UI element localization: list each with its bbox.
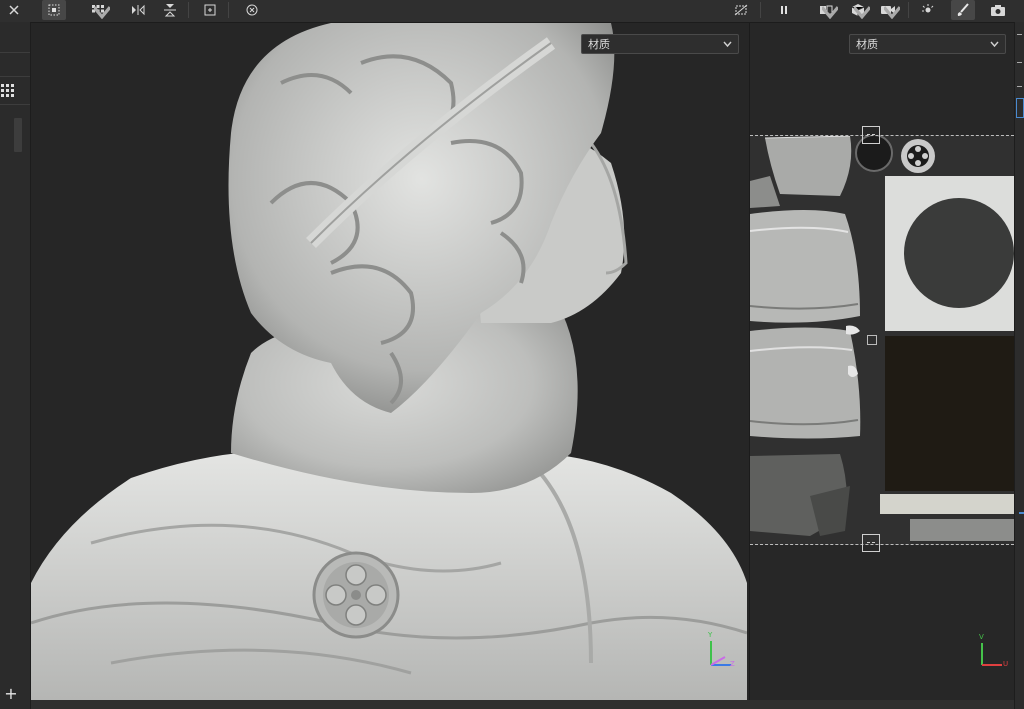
- viewport-2d-uv[interactable]: 材质 V U: [749, 23, 1014, 700]
- axis-label-v: V: [979, 633, 984, 641]
- material-select-3d[interactable]: 材质: [581, 34, 739, 54]
- toolbar-separator: [760, 2, 761, 18]
- light-icon[interactable]: [916, 0, 940, 20]
- grid-select-icon[interactable]: [42, 0, 66, 20]
- uv-islands: [750, 134, 1014, 541]
- close-icon[interactable]: [2, 0, 26, 20]
- bust-render: [31, 23, 747, 700]
- toolbar-separator: [908, 2, 909, 18]
- left-scrollbar[interactable]: [14, 118, 22, 152]
- right-tool-active[interactable]: [1016, 98, 1024, 118]
- screenshot-icon[interactable]: [986, 0, 1010, 20]
- cube-icon[interactable]: [846, 0, 870, 20]
- uv-top-handle[interactable]: [862, 126, 880, 144]
- pause-icon[interactable]: [772, 0, 796, 20]
- uv-bottom-handle[interactable]: [862, 534, 880, 552]
- axis-gizmo-uv: V U: [974, 633, 1010, 671]
- left-panel-strip: +: [0, 22, 31, 709]
- camera-record-icon[interactable]: [876, 0, 900, 20]
- frame-icon[interactable]: [198, 0, 222, 20]
- axis-label-y: Y: [708, 631, 713, 639]
- right-panel-strip: [1014, 22, 1024, 709]
- history-icon[interactable]: [240, 0, 264, 20]
- bottom-bar: [31, 700, 1014, 709]
- axis-gizmo-3d: Y Z: [703, 631, 739, 671]
- hide-icon[interactable]: [729, 0, 753, 20]
- right-indicator: [1019, 512, 1024, 514]
- viewport-3d[interactable]: 材质 Y Z: [31, 23, 747, 700]
- chevron-down-icon: [990, 41, 999, 48]
- chevron-down-icon: [723, 41, 732, 48]
- top-toolbar: [0, 0, 1024, 23]
- toolbar-separator: [228, 2, 229, 18]
- axis-label-z: Z: [730, 660, 735, 668]
- grid-view-icon[interactable]: [0, 82, 16, 98]
- toolbar-separator: [188, 2, 189, 18]
- mirror-y-icon[interactable]: [158, 0, 182, 20]
- material-select-2d[interactable]: 材质: [849, 34, 1006, 54]
- axis-label-u: U: [1003, 660, 1009, 668]
- grid-options-icon[interactable]: [86, 0, 110, 20]
- material-select-3d-label: 材质: [588, 38, 610, 51]
- brooch: [312, 551, 400, 639]
- mirror-x-icon[interactable]: [126, 0, 150, 20]
- uv-tile[interactable]: [750, 134, 1014, 545]
- brush-icon[interactable]: [951, 0, 975, 20]
- uv-small-handle[interactable]: [867, 335, 877, 345]
- split-view-icon[interactable]: [814, 0, 838, 20]
- material-select-2d-label: 材质: [856, 38, 878, 51]
- add-button[interactable]: +: [0, 682, 22, 704]
